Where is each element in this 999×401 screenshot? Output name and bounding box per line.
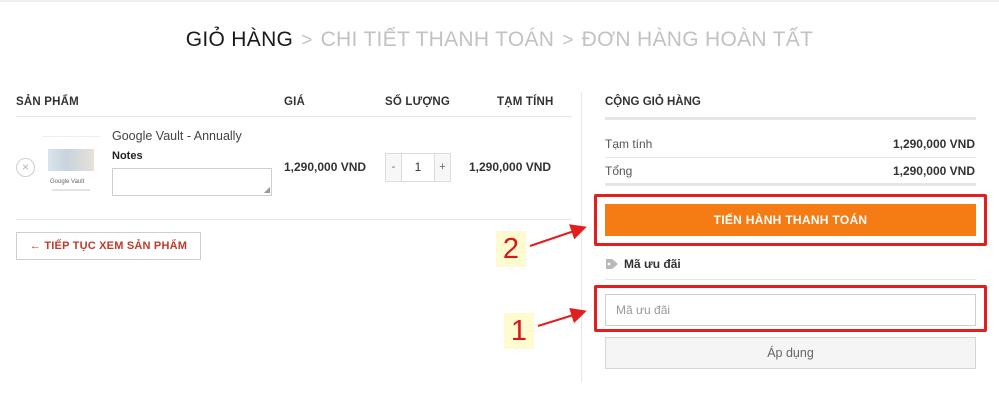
step-order-complete: ĐƠN HÀNG HOÀN TẤT (581, 28, 814, 51)
highlight-checkout-box (594, 194, 987, 246)
step-cart[interactable]: GIỎ HÀNG (186, 28, 293, 51)
total-value: 1,290,000 VND (892, 164, 975, 178)
thumbnail-caption: Google Vault (50, 179, 85, 185)
notes-label: Notes (112, 150, 143, 162)
remove-item-button[interactable]: × (16, 158, 35, 177)
item-subtotal: 1,290,000 VND (469, 160, 552, 174)
breadcrumb-separator: > (562, 30, 574, 51)
row-divider (16, 219, 572, 220)
totals-header-divider (605, 117, 976, 120)
arrow-to-coupon (537, 307, 587, 327)
thumbnail-divider (52, 189, 90, 191)
header-divider (16, 116, 572, 117)
product-thumbnail[interactable]: Google Vault (42, 131, 100, 195)
quantity-stepper: - 1 + (385, 153, 451, 182)
step-checkout-details[interactable]: CHI TIẾT THANH TOÁN (321, 28, 555, 51)
tag-icon (606, 259, 618, 269)
coupon-heading: Mã ưu đãi (605, 257, 681, 271)
resize-grip-icon[interactable]: ◢ (264, 186, 270, 194)
subtotal-label: Tạm tính (605, 137, 653, 151)
subtotal-divider (605, 157, 976, 158)
cart-totals-title: CỘNG GIỎ HÀNG (605, 96, 701, 108)
top-divider (0, 0, 999, 2)
notes-textarea[interactable]: ◢ (112, 168, 272, 196)
column-header-price: GIÁ (284, 96, 306, 108)
total-divider (605, 183, 976, 186)
quantity-increase-button[interactable]: + (434, 154, 450, 181)
coupon-title-text: Mã ưu đãi (624, 257, 681, 271)
breadcrumb-separator: > (301, 30, 313, 51)
checkout-steps-breadcrumb: GIỎ HÀNG > CHI TIẾT THANH TOÁN > ĐƠN HÀNG HO… (0, 28, 999, 52)
column-divider (581, 92, 582, 382)
column-header-quantity: SỐ LƯỢNG (385, 96, 451, 108)
item-price: 1,290,000 VND (284, 160, 367, 174)
product-name-link[interactable]: Google Vault - Annually (112, 129, 242, 143)
column-header-product: SẢN PHẨM (16, 96, 79, 108)
annotation-number-2: 2 (496, 231, 526, 267)
subtotal-value: 1,290,000 VND (892, 137, 975, 151)
apply-coupon-button[interactable]: Áp dụng (605, 337, 976, 369)
continue-shopping-button[interactable]: ← TIẾP TỤC XEM SẢN PHẨM (16, 232, 201, 260)
coupon-divider (605, 279, 976, 280)
total-label: Tổng (605, 164, 633, 178)
quantity-decrease-button[interactable]: - (386, 154, 402, 181)
column-header-subtotal: TẠM TÍNH (497, 96, 554, 108)
thumbnail-header-strip (42, 131, 100, 137)
thumbnail-photo (48, 149, 94, 171)
highlight-coupon-box (594, 285, 987, 332)
arrow-to-checkout (529, 224, 587, 247)
quantity-input[interactable]: 1 (402, 154, 434, 181)
annotation-number-1: 1 (504, 313, 534, 349)
